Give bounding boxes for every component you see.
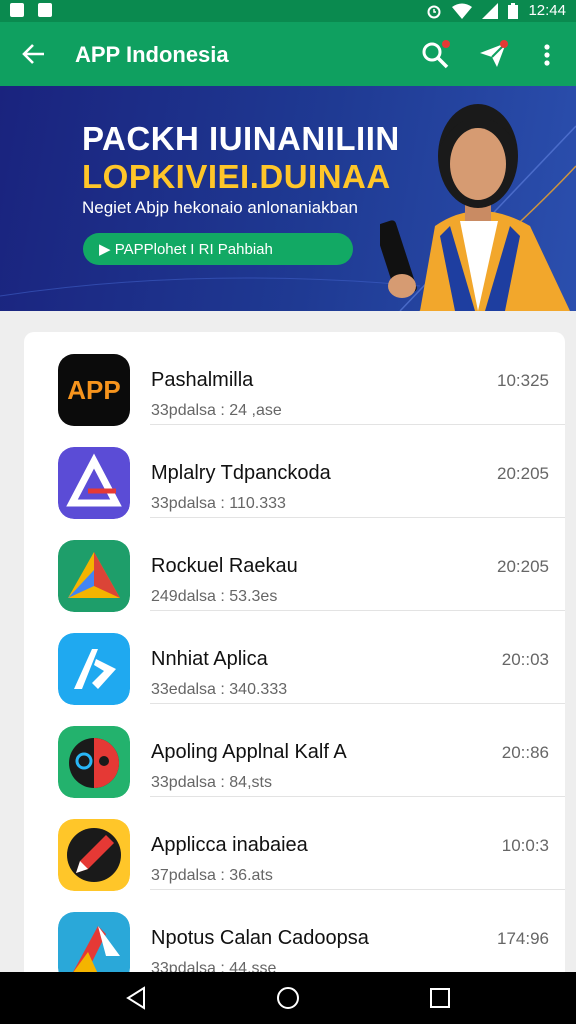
banner-cta-button[interactable]: ▶ PAPPlohet I RI Pahbiah bbox=[83, 233, 353, 265]
page-title: APP Indonesia bbox=[75, 42, 229, 67]
app-name: Apoling Applnal Kalf A bbox=[151, 741, 347, 763]
app-name: Mplalry Tdpanckoda bbox=[151, 462, 331, 484]
app-time: 20:205 bbox=[497, 464, 549, 483]
app-meta: 33pdalsa : 84,sts bbox=[151, 774, 272, 791]
status-bar: 12:44 bbox=[0, 0, 576, 22]
notification-icon bbox=[10, 3, 24, 17]
banner-headline-2: LOPKIVIEI.DUINAA bbox=[82, 158, 391, 195]
list-item[interactable]: Apoling Applnal Kalf A 33pdalsa : 84,sts… bbox=[24, 704, 565, 798]
recents-nav-icon[interactable] bbox=[428, 986, 452, 1010]
app-list: APP Pashalmilla 33pdalsa : 24 ,ase 10:32… bbox=[24, 332, 565, 992]
share-button[interactable] bbox=[478, 40, 508, 70]
status-time: 12:44 bbox=[528, 2, 566, 19]
app-meta: 33pdalsa : 110.333 bbox=[151, 495, 286, 512]
system-nav-bar bbox=[0, 972, 576, 1024]
signal-icon bbox=[482, 2, 499, 19]
app-time: 20::86 bbox=[501, 743, 549, 762]
search-button[interactable] bbox=[420, 40, 450, 70]
app-time: 10:0:3 bbox=[501, 836, 549, 855]
banner-headline-1: PACKH IUINANILIIN bbox=[82, 120, 400, 157]
app-icon-text: APP bbox=[67, 374, 121, 405]
purple-triangle-icon bbox=[58, 447, 130, 519]
app-bar: APP Indonesia bbox=[0, 22, 576, 86]
back-arrow-icon[interactable] bbox=[20, 40, 48, 68]
app-meta: 37pdalsa : 36.ats bbox=[151, 867, 273, 884]
app-name: Pashalmilla bbox=[151, 369, 254, 391]
pen-icon bbox=[58, 819, 130, 891]
search-badge bbox=[442, 40, 450, 48]
app-meta: 33edalsa : 340.333 bbox=[151, 681, 288, 698]
list-item[interactable]: Mplalry Tdpanckoda 33pdalsa : 110.333 20… bbox=[24, 425, 565, 519]
banner-subtitle: Negiet Abjp hekonaio anlonaniakban bbox=[82, 198, 359, 217]
app-meta: 33pdalsa : 24 ,ase bbox=[151, 402, 282, 419]
more-options-icon[interactable] bbox=[532, 40, 562, 70]
colorful-arrow-icon bbox=[58, 540, 130, 612]
list-item[interactable]: APP Pashalmilla 33pdalsa : 24 ,ase 10:32… bbox=[24, 332, 565, 426]
woman-with-phone-illustration bbox=[380, 104, 570, 311]
app-name: Rockuel Raekau bbox=[151, 555, 298, 577]
app-meta: 249dalsa : 53.3es bbox=[151, 588, 278, 605]
app-time: 20:205 bbox=[497, 557, 549, 576]
list-item[interactable]: Npotus Calan Cadoopsa 33pdalsa : 44,sse … bbox=[24, 890, 565, 984]
list-item[interactable]: Applicca inabaiea 37pdalsa : 36.ats 10:0… bbox=[24, 797, 565, 891]
blue-a-icon bbox=[58, 633, 130, 705]
list-item[interactable]: Nnhiat Aplica 33edalsa : 340.333 20::03 bbox=[24, 611, 565, 705]
app-time: 20::03 bbox=[501, 650, 549, 669]
app-time: 10:325 bbox=[497, 371, 549, 390]
home-nav-icon[interactable] bbox=[276, 986, 300, 1010]
share-badge bbox=[500, 40, 508, 48]
image-notification-icon bbox=[38, 3, 52, 17]
robot-face-icon bbox=[58, 726, 130, 798]
app-name: Npotus Calan Cadoopsa bbox=[151, 927, 369, 949]
app-name: Applicca inabaiea bbox=[151, 834, 308, 856]
back-nav-icon[interactable] bbox=[124, 986, 148, 1010]
battery-icon bbox=[508, 2, 519, 19]
wifi-icon bbox=[452, 3, 473, 19]
promo-banner[interactable]: PACKH IUINANILIIN LOPKIVIEI.DUINAA Negie… bbox=[0, 86, 576, 311]
app-orange-icon: APP bbox=[58, 354, 130, 426]
alarm-icon bbox=[427, 5, 441, 18]
app-time: 174:96 bbox=[497, 929, 549, 948]
list-item[interactable]: Rockuel Raekau 249dalsa : 53.3es 20:205 bbox=[24, 518, 565, 612]
app-name: Nnhiat Aplica bbox=[151, 648, 268, 670]
